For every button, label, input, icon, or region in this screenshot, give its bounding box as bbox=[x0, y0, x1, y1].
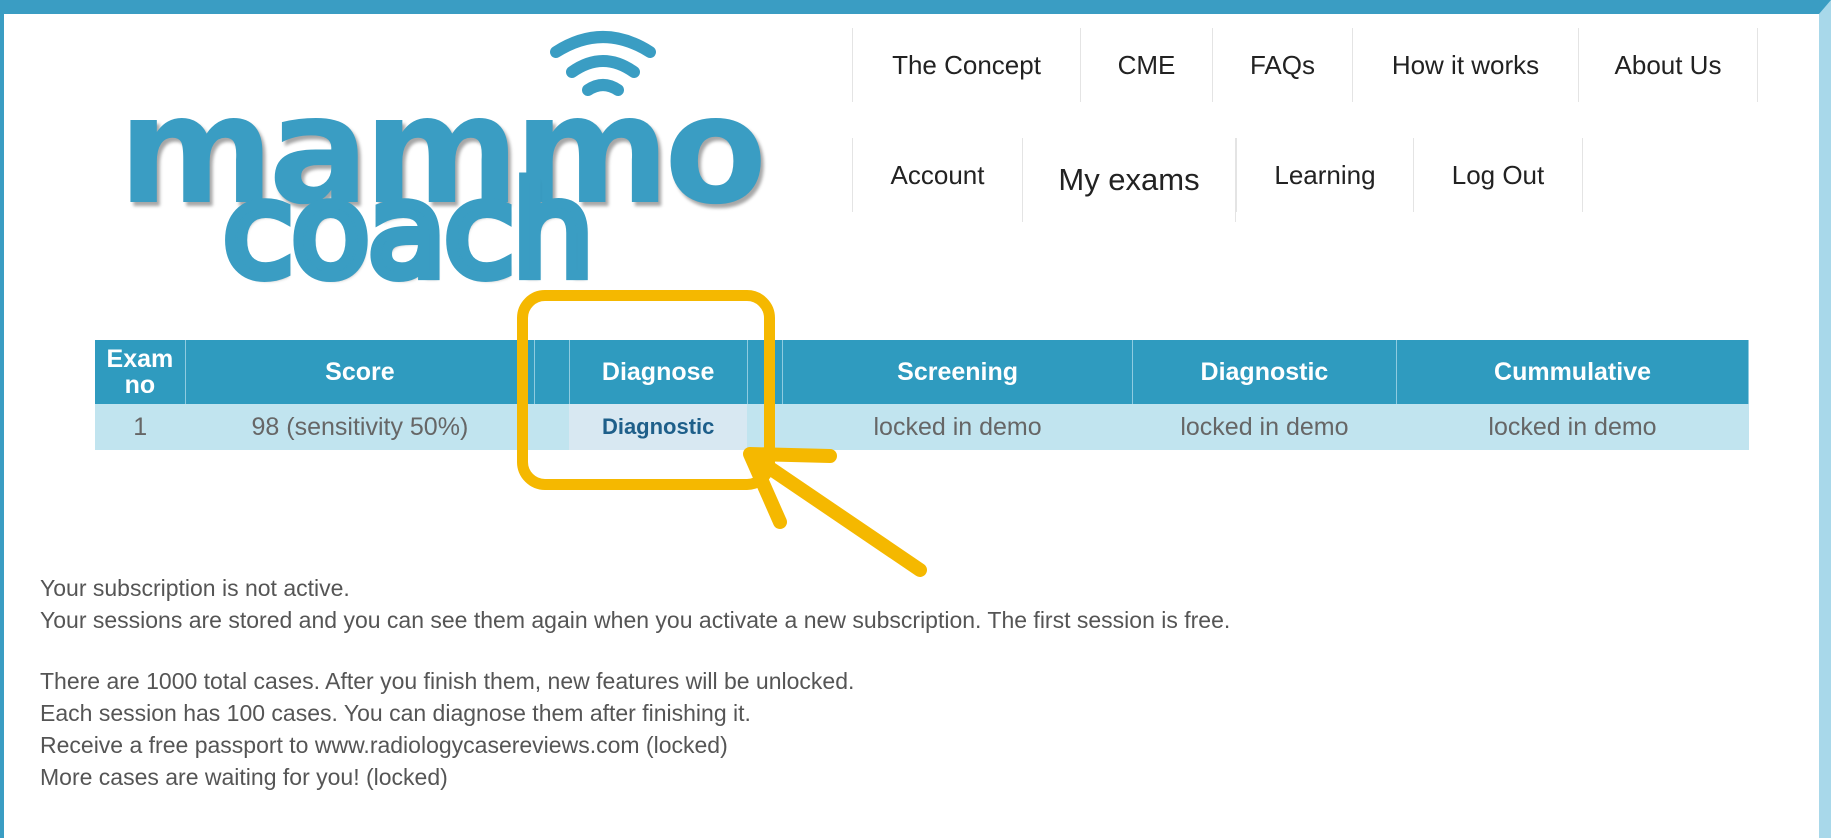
arrow-icon bbox=[743, 447, 927, 577]
info-line: There are 1000 total cases. After you fi… bbox=[40, 668, 855, 694]
table-header-row: Exam no Score Diagnose Screening Diagnos… bbox=[95, 340, 1749, 404]
header-diagnostic: Diagnostic bbox=[1132, 340, 1398, 404]
nav-faqs[interactable]: FAQs bbox=[1212, 28, 1352, 102]
info-line: More cases are waiting for you! (locked) bbox=[40, 764, 448, 790]
logo-text-coach: coach bbox=[218, 157, 599, 306]
cell-cummulative: locked in demo bbox=[1396, 404, 1749, 450]
nav-how-it-works[interactable]: How it works bbox=[1352, 28, 1578, 102]
cell-score: 98 (sensitivity 50%) bbox=[185, 404, 535, 450]
info-line: Your subscription is not active. bbox=[40, 575, 350, 601]
nav-learning[interactable]: Learning bbox=[1236, 138, 1413, 212]
header-screening: Screening bbox=[782, 340, 1133, 404]
cell-diagnostic: locked in demo bbox=[1132, 404, 1397, 450]
nav-log-out[interactable]: Log Out bbox=[1413, 138, 1583, 212]
header-score: Score bbox=[185, 340, 535, 404]
nav-my-exams[interactable]: My exams bbox=[1022, 138, 1236, 222]
info-line: Each session has 100 cases. You can diag… bbox=[40, 700, 751, 726]
header-exam-no: Exam no bbox=[95, 340, 186, 404]
subscription-info: Your subscription is not active. Your se… bbox=[40, 572, 1230, 636]
nav-about-us[interactable]: About Us bbox=[1578, 28, 1758, 102]
mammocoach-logo[interactable]: mammo coach bbox=[118, 28, 767, 301]
nav-cme[interactable]: CME bbox=[1080, 28, 1212, 102]
nav-the-concept[interactable]: The Concept bbox=[852, 28, 1080, 102]
cases-info: There are 1000 total cases. After you fi… bbox=[40, 665, 854, 793]
info-line: Receive a free passport to www.radiology… bbox=[40, 732, 728, 758]
nav-account[interactable]: Account bbox=[852, 138, 1022, 212]
header-cummulative: Cummulative bbox=[1396, 340, 1749, 404]
info-line: Your sessions are stored and you can see… bbox=[40, 607, 1231, 633]
cell-exam-no: 1 bbox=[95, 404, 186, 450]
exams-table: Exam no Score Diagnose Screening Diagnos… bbox=[95, 340, 1749, 450]
